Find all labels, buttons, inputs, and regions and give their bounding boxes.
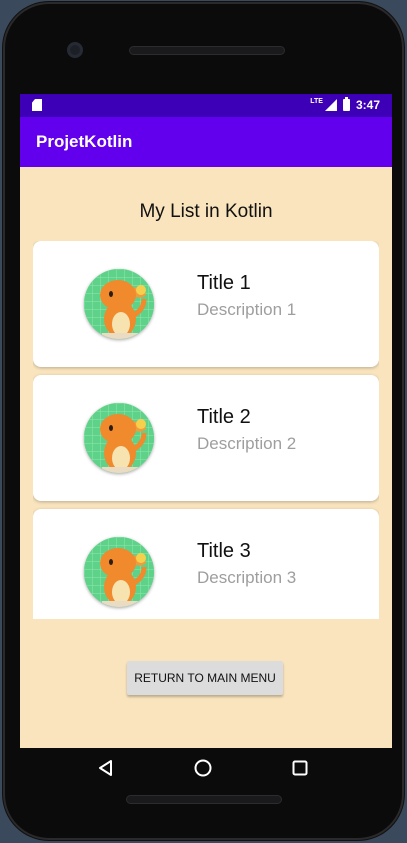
return-to-main-menu-button[interactable]: RETURN TO MAIN MENU [127,661,283,695]
phone-frame: LTE 3:47 ProjetKotlin My List in Kotlin [3,2,404,840]
list-item[interactable]: Title 2 Description 2 [33,375,379,501]
list-heading: My List in Kotlin [139,201,273,222]
charmander-avatar-icon [84,537,154,607]
bottom-speaker [126,795,282,804]
earpiece-speaker [129,46,285,55]
status-indicators: LTE 3:47 [310,97,380,112]
app-bar: ProjetKotlin [20,117,392,167]
item-title: Title 1 [197,272,251,294]
screen: LTE 3:47 ProjetKotlin My List in Kotlin [20,94,392,748]
front-camera [67,42,83,58]
status-clock: 3:47 [355,98,380,112]
item-description: Description 1 [197,300,297,319]
item-title: Title 2 [197,406,251,428]
list-item[interactable]: Title 3 Description 3 [33,509,379,619]
recycler-list[interactable]: Title 1 Description 1 Title 2 Descriptio… [33,241,379,619]
charmander-avatar-icon [84,403,154,473]
recents-icon[interactable] [287,755,313,781]
home-icon[interactable] [190,755,216,781]
list-item[interactable]: Title 1 Description 1 [33,241,379,367]
signal-icon [324,99,337,111]
network-type: LTE [310,97,323,105]
system-nav-bar [17,746,389,790]
status-bar: LTE 3:47 [20,94,392,117]
item-description: Description 2 [197,434,297,453]
battery-icon [342,97,350,111]
sd-card-icon [32,99,42,111]
item-title: Title 3 [197,540,251,562]
back-icon[interactable] [93,755,119,781]
main-content: My List in Kotlin Title 1 Description 1 … [20,167,392,748]
item-description: Description 3 [197,568,297,587]
charmander-avatar-icon [84,269,154,339]
app-title: ProjetKotlin [36,132,133,151]
